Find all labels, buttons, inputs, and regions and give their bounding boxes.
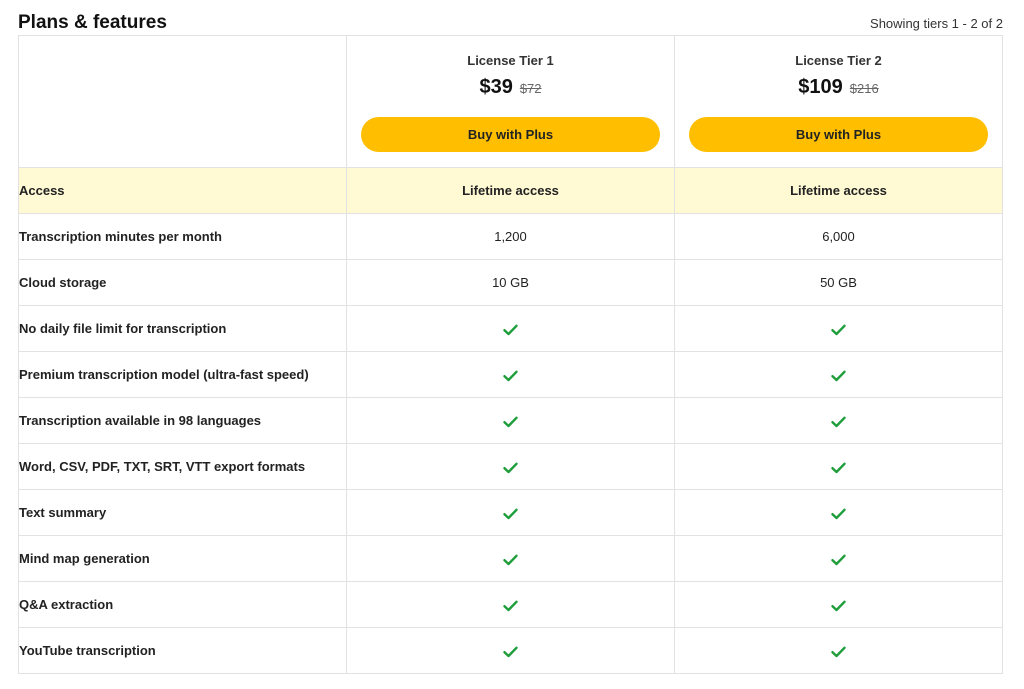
feature-included-cell — [346, 489, 675, 536]
check-icon — [503, 370, 518, 381]
feature-label: No daily file limit for transcription — [18, 305, 347, 352]
feature-included-cell — [346, 627, 675, 674]
feature-included-cell — [346, 397, 675, 444]
tier-1-value: 1,200 — [346, 213, 675, 260]
feature-included-cell — [674, 443, 1003, 490]
table-row: Q&A extraction — [18, 581, 1003, 628]
tier-2-header: License Tier 2 $109 $216 Buy with Plus — [674, 35, 1003, 168]
check-icon — [503, 416, 518, 427]
check-icon — [831, 370, 846, 381]
check-icon — [503, 646, 518, 657]
feature-included-cell — [346, 581, 675, 628]
table-row: Cloud storage 10 GB 50 GB — [18, 259, 1003, 306]
check-icon — [503, 554, 518, 565]
check-icon — [503, 462, 518, 473]
tier-2-value: Lifetime access — [674, 167, 1003, 214]
feature-label: Cloud storage — [18, 259, 347, 306]
feature-included-cell — [674, 305, 1003, 352]
tier-1-header: License Tier 1 $39 $72 Buy with Plus — [346, 35, 675, 168]
table-row: Mind map generation — [18, 535, 1003, 582]
table-row: Transcription available in 98 languages — [18, 397, 1003, 444]
check-icon — [503, 508, 518, 519]
check-icon — [503, 600, 518, 611]
feature-included-cell — [674, 627, 1003, 674]
feature-label: Text summary — [18, 489, 347, 536]
tier-1-value: Lifetime access — [346, 167, 675, 214]
page-header: Plans & features Showing tiers 1 - 2 of … — [18, 10, 1003, 36]
price-line: $39 $72 — [347, 76, 674, 99]
feature-included-cell — [674, 581, 1003, 628]
feature-included-cell — [346, 443, 675, 490]
check-icon — [831, 646, 846, 657]
feature-rows: Access Lifetime access Lifetime access Tran… — [18, 167, 1003, 674]
tier-name: License Tier 2 — [795, 53, 882, 68]
table-row: YouTube transcription — [18, 627, 1003, 674]
table-row: Word, CSV, PDF, TXT, SRT, VTT export for… — [18, 443, 1003, 490]
feature-label: Premium transcription model (ultra-fast … — [18, 351, 347, 398]
table-row: Premium transcription model (ultra-fast … — [18, 351, 1003, 398]
check-icon — [831, 554, 846, 565]
table-row: Access Lifetime access Lifetime access — [18, 167, 1003, 214]
feature-included-cell — [674, 351, 1003, 398]
price-line: $109 $216 — [675, 76, 1002, 99]
table-row: Text summary — [18, 489, 1003, 536]
tier-name: License Tier 1 — [467, 53, 554, 68]
feature-label: Transcription available in 98 languages — [18, 397, 347, 444]
feature-label: Access — [18, 167, 347, 214]
table-row: No daily file limit for transcription — [18, 305, 1003, 352]
feature-label: Word, CSV, PDF, TXT, SRT, VTT export for… — [18, 443, 347, 490]
feature-included-cell — [346, 305, 675, 352]
feature-included-cell — [674, 489, 1003, 536]
check-icon — [831, 416, 846, 427]
check-icon — [503, 324, 518, 335]
tier-header-row: License Tier 1 $39 $72 Buy with Plus Lic… — [18, 35, 1003, 168]
feature-included-cell — [346, 351, 675, 398]
feature-included-cell — [674, 397, 1003, 444]
check-icon — [831, 462, 846, 473]
table-row: Transcription minutes per month 1,200 6,00… — [18, 213, 1003, 260]
buy-tier-2-button[interactable]: Buy with Plus — [689, 117, 988, 152]
current-price: $39 — [479, 76, 513, 98]
feature-included-cell — [674, 535, 1003, 582]
check-icon — [831, 600, 846, 611]
empty-corner-cell — [18, 35, 347, 168]
check-icon — [831, 508, 846, 519]
tier-1-value: 10 GB — [346, 259, 675, 306]
tiers-count-label: Showing tiers 1 - 2 of 2 — [870, 15, 1003, 31]
feature-label: Transcription minutes per month — [18, 213, 347, 260]
feature-label: Mind map generation — [18, 535, 347, 582]
page-title: Plans & features — [18, 12, 167, 33]
feature-label: YouTube transcription — [18, 627, 347, 674]
buy-tier-1-button[interactable]: Buy with Plus — [361, 117, 660, 152]
tier-2-value: 6,000 — [674, 213, 1003, 260]
current-price: $109 — [798, 76, 843, 98]
original-price: $216 — [849, 81, 879, 96]
plans-comparison-table: License Tier 1 $39 $72 Buy with Plus Lic… — [18, 35, 1003, 674]
tier-2-value: 50 GB — [674, 259, 1003, 306]
feature-included-cell — [346, 535, 675, 582]
original-price: $72 — [519, 81, 542, 96]
feature-label: Q&A extraction — [18, 581, 347, 628]
check-icon — [831, 324, 846, 335]
